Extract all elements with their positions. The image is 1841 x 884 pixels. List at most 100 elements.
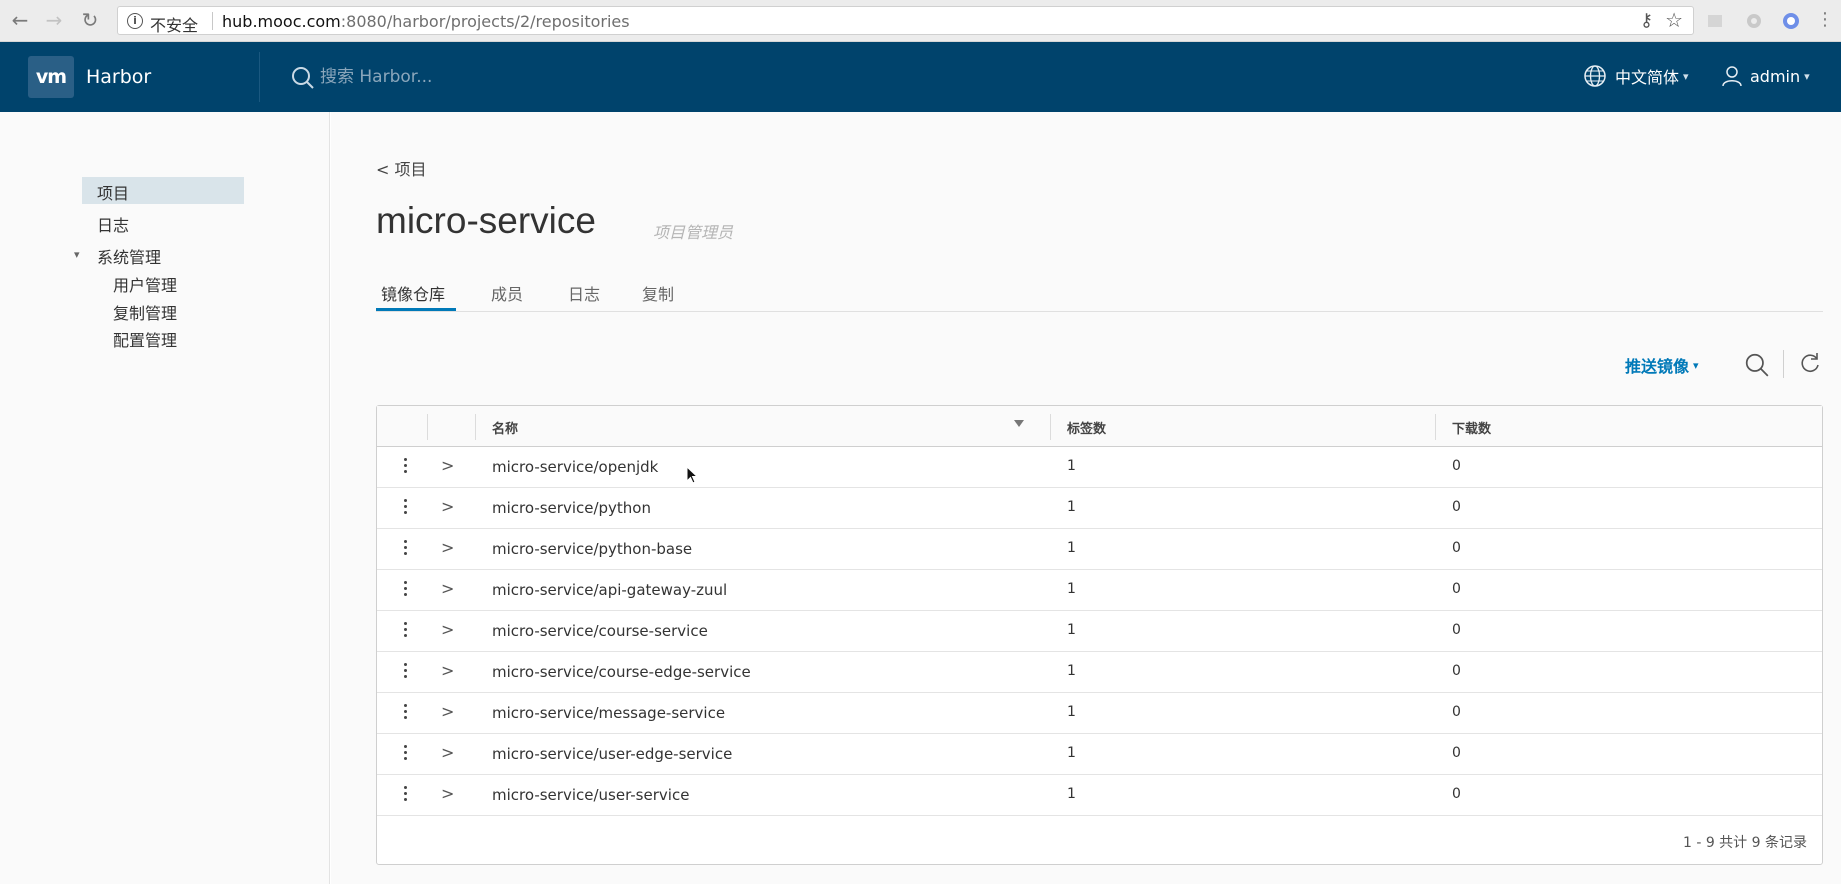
sidebar-item-users[interactable]: 用户管理 — [113, 272, 177, 296]
repository-table: 名称 标签数 下载数 > micro-service/openjdk 1 0 >… — [376, 405, 1823, 865]
chevron-right-icon[interactable]: > — [441, 702, 454, 721]
chevron-right-icon[interactable]: > — [441, 620, 454, 639]
column-header-pulls[interactable]: 下载数 — [1452, 418, 1491, 437]
extension-shield-icon[interactable] — [1781, 11, 1801, 31]
pull-count: 0 — [1452, 499, 1461, 515]
repository-name-link[interactable]: micro-service/openjdk — [492, 458, 658, 476]
more-options-icon[interactable] — [402, 704, 408, 722]
table-row[interactable]: > micro-service/api-gateway-zuul 1 0 — [377, 570, 1822, 611]
user-menu[interactable]: admin ▾ — [1720, 64, 1810, 88]
column-header-tags[interactable]: 标签数 — [1067, 418, 1106, 437]
address-divider — [212, 12, 213, 30]
address-bar[interactable]: i 不安全 hub.mooc.com:8080/harbor/projects/… — [117, 6, 1694, 35]
brand-name: Harbor — [86, 66, 152, 88]
more-options-icon[interactable] — [402, 458, 408, 476]
brand[interactable]: vm Harbor — [28, 56, 151, 98]
more-options-icon[interactable] — [402, 581, 408, 599]
table-row[interactable]: > micro-service/python 1 0 — [377, 488, 1822, 529]
column-divider — [1435, 414, 1436, 440]
repository-name-link[interactable]: micro-service/python-base — [492, 540, 692, 558]
tag-count: 1 — [1067, 663, 1076, 679]
table-row[interactable]: > micro-service/user-edge-service 1 0 — [377, 734, 1822, 775]
repository-name-link[interactable]: micro-service/user-edge-service — [492, 745, 732, 763]
search-icon[interactable] — [291, 66, 315, 90]
chevron-down-icon: ▾ — [1683, 69, 1689, 83]
sidebar-item-admin[interactable]: 系统管理 — [97, 244, 161, 268]
table-row[interactable]: > micro-service/course-service 1 0 — [377, 611, 1822, 652]
tab-replication[interactable]: 复制 — [642, 281, 674, 305]
tag-count: 1 — [1067, 786, 1076, 802]
repository-name-link[interactable]: micro-service/course-edge-service — [492, 663, 751, 681]
repository-name-link[interactable]: micro-service/python — [492, 499, 651, 517]
back-to-projects-link[interactable]: < 项目 — [376, 156, 427, 180]
tag-count: 1 — [1067, 499, 1076, 515]
browser-menu-icon[interactable]: ⋮ — [1813, 8, 1837, 32]
chevron-right-icon[interactable]: > — [441, 743, 454, 762]
table-row[interactable]: > micro-service/course-edge-service 1 0 — [377, 652, 1822, 693]
reload-icon[interactable]: ↻ — [78, 8, 102, 32]
repository-name-link[interactable]: micro-service/user-service — [492, 786, 689, 804]
filter-icon[interactable] — [1014, 420, 1024, 427]
chevron-right-icon[interactable]: > — [441, 661, 454, 680]
mouse-cursor-icon — [686, 466, 699, 484]
tag-count: 1 — [1067, 540, 1076, 556]
star-icon[interactable]: ☆ — [1665, 8, 1683, 32]
pull-count: 0 — [1452, 458, 1461, 474]
tab-logs[interactable]: 日志 — [568, 281, 600, 305]
chevron-right-icon[interactable]: > — [441, 497, 454, 516]
table-row[interactable]: > micro-service/user-service 1 0 — [377, 775, 1822, 816]
more-options-icon[interactable] — [402, 499, 408, 517]
header-divider — [259, 52, 260, 102]
column-header-name[interactable]: 名称 — [492, 418, 518, 437]
table-row[interactable]: > micro-service/message-service 1 0 — [377, 693, 1822, 734]
forward-arrow-icon[interactable]: → — [42, 8, 66, 32]
back-arrow-icon[interactable]: ← — [8, 8, 32, 32]
more-options-icon[interactable] — [402, 622, 408, 640]
pull-count: 0 — [1452, 704, 1461, 720]
chevron-right-icon[interactable]: > — [441, 538, 454, 557]
more-options-icon[interactable] — [402, 745, 408, 763]
more-options-icon[interactable] — [402, 540, 408, 558]
info-icon[interactable]: i — [127, 13, 143, 29]
repository-name-link[interactable]: micro-service/api-gateway-zuul — [492, 581, 727, 599]
more-options-icon[interactable] — [402, 663, 408, 681]
active-tab-underline — [376, 308, 456, 311]
chevron-down-icon: ▾ — [1804, 69, 1810, 83]
tab-members[interactable]: 成员 — [491, 281, 523, 305]
push-image-label: 推送镜像 — [1625, 357, 1690, 376]
search-icon[interactable] — [1744, 352, 1770, 378]
tabs-divider — [376, 311, 1823, 312]
chevron-right-icon[interactable]: > — [441, 784, 454, 803]
sidebar-item-projects[interactable]: 项目 — [97, 180, 129, 204]
refresh-icon[interactable] — [1798, 351, 1822, 375]
page-title: micro-service — [376, 200, 596, 241]
url-path: :8080/harbor/projects/2/repositories — [340, 12, 630, 31]
chevron-right-icon[interactable]: > — [441, 579, 454, 598]
extension-icon[interactable] — [1705, 11, 1725, 31]
tab-repositories[interactable]: 镜像仓库 — [381, 281, 445, 305]
table-row[interactable]: > micro-service/openjdk 1 0 — [377, 447, 1822, 488]
sidebar-item-logs[interactable]: 日志 — [97, 212, 129, 236]
repository-name-link[interactable]: micro-service/message-service — [492, 704, 725, 722]
chevron-down-icon: ▾ — [1693, 358, 1699, 372]
more-options-icon[interactable] — [402, 786, 408, 804]
globe-icon — [1584, 65, 1606, 87]
table-row[interactable]: > micro-service/python-base 1 0 — [377, 529, 1822, 570]
pull-count: 0 — [1452, 745, 1461, 761]
chevron-down-icon[interactable]: ▾ — [74, 248, 80, 261]
repository-name-link[interactable]: micro-service/course-service — [492, 622, 708, 640]
sidebar-item-config[interactable]: 配置管理 — [113, 327, 177, 351]
tag-count: 1 — [1067, 704, 1076, 720]
user-icon — [1722, 66, 1742, 87]
key-icon[interactable]: ⚷ — [1640, 10, 1653, 31]
language-menu[interactable]: 中文简体 ▾ — [1583, 64, 1689, 88]
extension-gear-icon[interactable] — [1744, 11, 1764, 31]
sidebar-item-replication[interactable]: 复制管理 — [113, 300, 177, 324]
tag-count: 1 — [1067, 745, 1076, 761]
url-text[interactable]: hub.mooc.com:8080/harbor/projects/2/repo… — [222, 12, 630, 31]
global-search-input[interactable] — [320, 64, 600, 90]
chevron-right-icon[interactable]: > — [441, 456, 454, 475]
vmware-logo: vm — [28, 56, 74, 98]
push-image-button[interactable]: 推送镜像 ▾ — [1625, 353, 1699, 377]
pull-count: 0 — [1452, 663, 1461, 679]
